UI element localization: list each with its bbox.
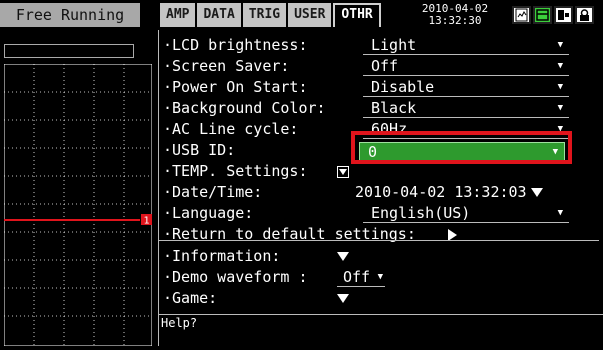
row-return-default: ·Return to default settings:: [159, 224, 599, 245]
information-button[interactable]: [337, 246, 349, 267]
power-on-start-value: Disable: [371, 78, 435, 96]
channel-slot: [4, 44, 134, 58]
demo-waveform-dropdown[interactable]: Off ▼: [337, 268, 385, 287]
waveform-panel: 1: [0, 30, 158, 347]
information-label: ·Information:: [163, 247, 281, 265]
screen-saver-dropdown[interactable]: Off ▼: [363, 57, 569, 76]
key-lock-icon: [575, 6, 594, 24]
date-time-label: ·Date/Time:: [163, 183, 263, 201]
background-color-dropdown[interactable]: Black ▼: [363, 99, 569, 118]
chevron-down-icon: [530, 188, 543, 197]
section-divider: [159, 240, 599, 241]
row-lcd-brightness: ·LCD brightness: Light ▼: [159, 35, 599, 56]
row-ac-line-cycle: ·AC Line cycle: 60Hz ▼: [159, 119, 599, 140]
row-language: ·Language: English(US) ▼: [159, 203, 599, 224]
row-date-time: ·Date/Time: 2010-04-02 13:32:03: [159, 182, 599, 203]
sd-card-icon: [512, 6, 531, 24]
demo-waveform-value: Off: [343, 268, 371, 286]
run-mode-label: Free Running: [0, 3, 140, 27]
demo-waveform-label: ·Demo waveform :: [163, 268, 308, 286]
language-value: English(US): [371, 204, 471, 222]
language-dropdown[interactable]: English(US) ▼: [363, 204, 569, 223]
chevron-down-icon: ▼: [557, 208, 563, 218]
language-label: ·Language:: [163, 204, 254, 222]
waveform-grid: 1: [3, 63, 153, 347]
clock-display: 2010-04-02 13:32:30: [407, 3, 503, 27]
tab-data[interactable]: DATA: [197, 3, 243, 27]
usb-id-dropdown[interactable]: 0 ▼: [359, 142, 565, 161]
power-on-start-label: ·Power On Start:: [163, 78, 308, 96]
row-screen-saver: ·Screen Saver: Off ▼: [159, 56, 599, 77]
tab-trig[interactable]: TRIG: [242, 3, 289, 27]
channel-marker: 1: [143, 216, 149, 227]
settings-tabs: AMP DATA TRIG USER OTHR: [160, 3, 381, 27]
othr-settings-panel: ·LCD brightness: Light ▼ ·Screen Saver: …: [158, 30, 603, 346]
ac-line-cycle-label: ·AC Line cycle:: [163, 120, 299, 138]
game-label: ·Game:: [163, 289, 218, 307]
row-usb-id: ·USB ID: 0 ▼: [159, 140, 599, 161]
screen-saver-label: ·Screen Saver:: [163, 57, 290, 75]
game-button[interactable]: [337, 288, 349, 309]
ac-line-cycle-value: 60Hz: [371, 120, 408, 138]
open-submenu-icon: [337, 165, 349, 178]
row-demo-waveform: ·Demo waveform : Off ▼: [159, 267, 599, 288]
chevron-down-icon: [337, 294, 349, 303]
tab-othr[interactable]: OTHR: [333, 3, 381, 27]
chevron-down-icon: [337, 252, 349, 261]
background-color-label: ·Background Color:: [163, 99, 326, 117]
return-default-button[interactable]: [442, 224, 457, 245]
row-information: ·Information:: [159, 246, 599, 267]
lcd-brightness-dropdown[interactable]: Light ▼: [363, 36, 569, 55]
screen-saver-value: Off: [371, 57, 399, 75]
row-background-color: ·Background Color: Black ▼: [159, 98, 599, 119]
date-time-field[interactable]: 2010-04-02 13:32:03: [355, 182, 543, 203]
chevron-down-icon: ▼: [552, 147, 558, 157]
top-bar: Free Running AMP DATA TRIG USER OTHR 201…: [0, 0, 603, 30]
return-default-label: ·Return to default settings:: [163, 225, 416, 243]
clock-time: 13:32:30: [428, 14, 482, 27]
usb-id-label: ·USB ID:: [163, 141, 236, 159]
chevron-down-icon: ▼: [557, 124, 563, 134]
row-game: ·Game:: [159, 288, 599, 309]
chevron-down-icon: ▼: [557, 61, 563, 71]
lcd-brightness-value: Light: [371, 36, 417, 54]
temp-settings-button[interactable]: [337, 161, 349, 182]
chevron-down-icon: ▼: [557, 103, 563, 113]
tab-user[interactable]: USER: [288, 3, 334, 27]
tab-amp[interactable]: AMP: [160, 3, 198, 27]
row-temp-settings: ·TEMP. Settings:: [159, 161, 599, 182]
chevron-down-icon: ▼: [377, 272, 383, 282]
background-color-value: Black: [371, 99, 417, 117]
play-arrow-icon: [448, 228, 457, 241]
ac-line-cycle-dropdown[interactable]: 60Hz ▼: [363, 120, 569, 139]
help-bar: Help?: [159, 314, 603, 346]
usb-id-value: 0: [368, 143, 378, 161]
row-power-on-start: ·Power On Start: Disable ▼: [159, 77, 599, 98]
chevron-down-icon: ▼: [557, 82, 563, 92]
chevron-down-icon: ▼: [557, 40, 563, 50]
usb-drive-icon: [554, 6, 573, 24]
temp-settings-label: ·TEMP. Settings:: [163, 162, 308, 180]
date-time-value: 2010-04-02 13:32:03: [355, 183, 527, 201]
internal-memory-icon: [533, 6, 552, 24]
power-on-start-dropdown[interactable]: Disable ▼: [363, 78, 569, 97]
help-text: Help?: [161, 316, 198, 330]
lcd-brightness-label: ·LCD brightness:: [163, 36, 308, 54]
